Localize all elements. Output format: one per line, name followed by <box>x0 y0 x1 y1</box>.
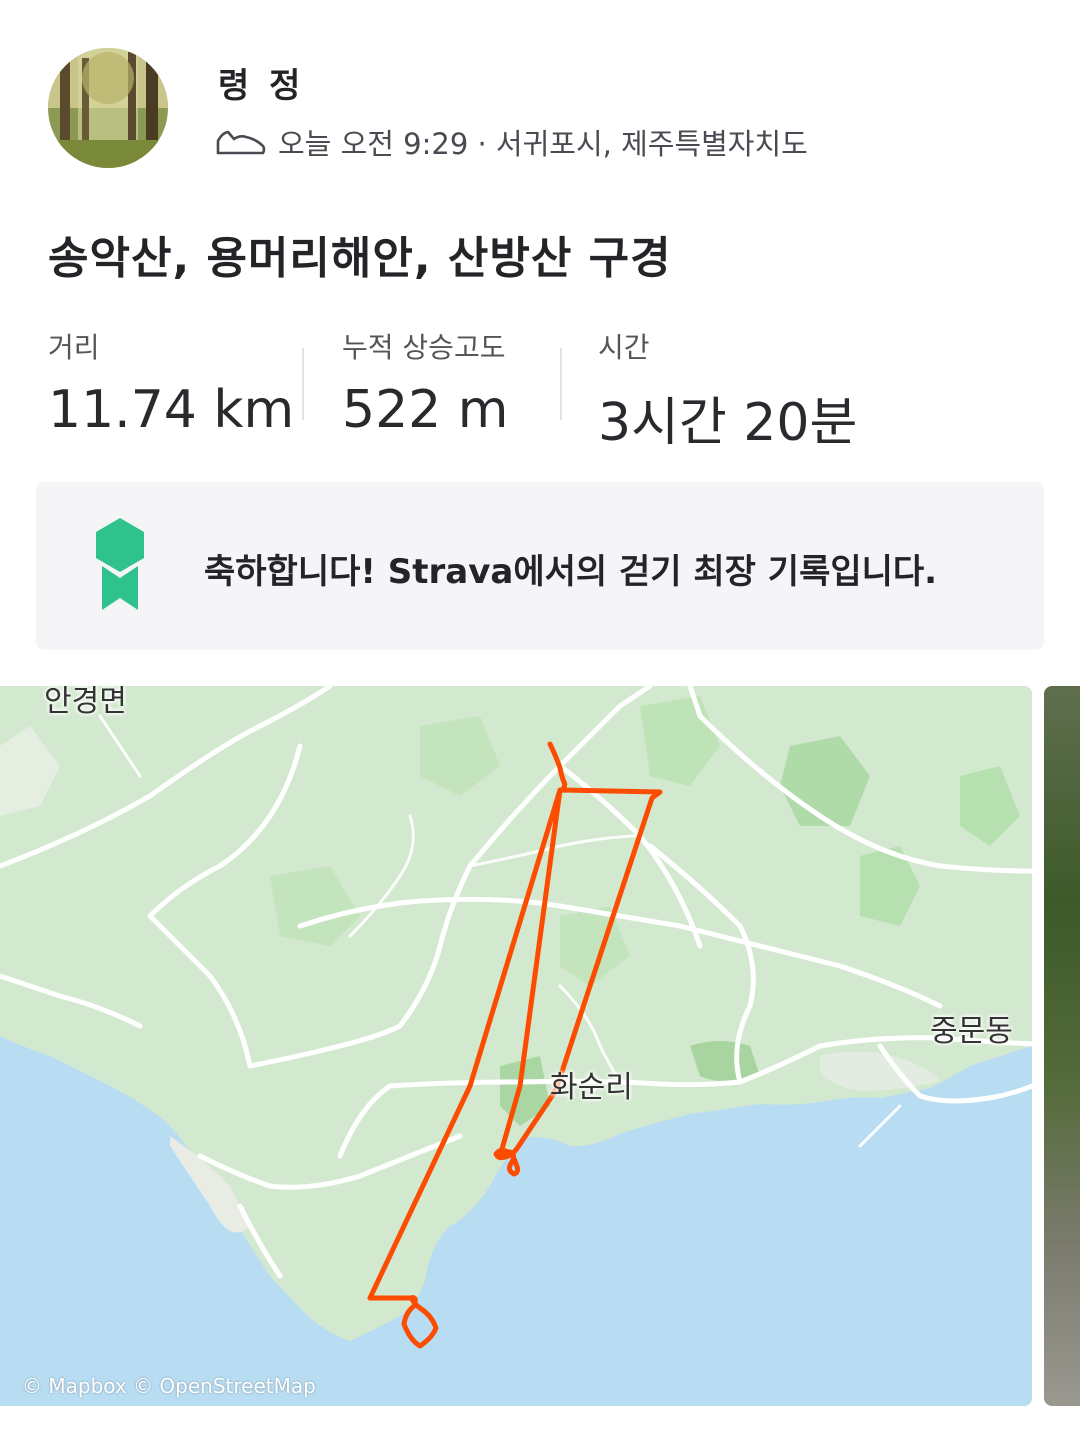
stat-elevation-gain: 누적 상승고도 522 m <box>342 326 508 440</box>
activity-meta-text: 오늘 오전 9:29 · 서귀포시, 제주특별자치도 <box>278 127 808 161</box>
achievement-brand: Strava <box>387 552 514 592</box>
stat-time: 시간 3시간 20분 <box>598 326 857 455</box>
map-label-jungmun: 중문동 <box>930 1014 1013 1049</box>
stat-label: 시간 <box>598 331 650 364</box>
medal-icon <box>92 516 148 616</box>
activity-card: 령 정 오늘 오전 9:29 · 서귀포시, 제주특별자치도 송악산, 용머리해… <box>0 0 1080 1444</box>
achievement-suffix: 에서의 걷기 최장 기록입니다. <box>513 552 938 592</box>
activity-title[interactable]: 송악산, 용머리해안, 산방산 구경 <box>48 222 672 286</box>
athlete-name[interactable]: 령 정 <box>218 58 304 107</box>
stat-value: 3시간 20분 <box>598 393 858 453</box>
stat-label: 거리 <box>48 331 100 364</box>
map-attribution[interactable]: © Mapbox © OpenStreetMap <box>22 1374 316 1398</box>
shoe-icon <box>216 127 266 157</box>
achievement-banner[interactable]: 축하합니다! Strava에서의 걷기 최장 기록입니다. <box>36 482 1044 650</box>
achievement-prefix: 축하합니다! <box>204 552 388 592</box>
avatar[interactable] <box>48 48 168 168</box>
stat-divider <box>302 348 304 420</box>
stat-value: 522 m <box>342 380 509 440</box>
activity-meta: 오늘 오전 9:29 · 서귀포시, 제주특별자치도 <box>216 122 808 162</box>
route-map[interactable]: 안경면 중문동 화순리 © Mapbox © OpenStreetMap <box>0 686 1032 1406</box>
stat-value: 11.74 km <box>48 380 295 440</box>
stat-label: 누적 상승고도 <box>342 331 506 364</box>
achievement-text: 축하합니다! Strava에서의 걷기 최장 기록입니다. <box>204 544 937 593</box>
stat-divider <box>560 348 562 420</box>
map-label-angyeong: 안경면 <box>44 686 127 719</box>
stat-distance: 거리 11.74 km <box>48 326 294 440</box>
activity-photo-thumbnail[interactable] <box>1044 686 1080 1406</box>
map-label-hwasun: 화순리 <box>550 1070 633 1105</box>
